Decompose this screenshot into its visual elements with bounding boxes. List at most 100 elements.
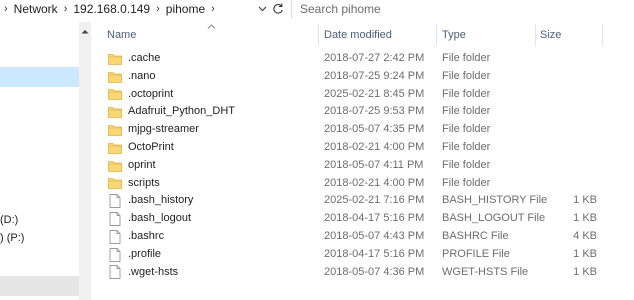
file-name: scripts	[128, 176, 160, 189]
file-name-cell[interactable]: mjpg-streamer	[107, 121, 199, 139]
column-header-date[interactable]: Date modified	[319, 22, 436, 48]
folder-icon	[107, 175, 123, 191]
file-size: 1 KB	[573, 212, 597, 225]
column-header-size[interactable]: Size	[535, 22, 602, 48]
file-row[interactable]: .bash_logout 2018-04-17 5:16 PM BASH_LOGOU…	[91, 210, 634, 228]
breadcrumb-separator[interactable]: ›	[60, 3, 72, 15]
address-history-button[interactable]	[256, 1, 268, 17]
file-date: 2025-02-21 8:45 PM	[324, 87, 425, 100]
file-name: Adafruit_Python_DHT	[128, 105, 235, 118]
folder-icon	[107, 51, 123, 67]
nav-item-label: ) (P:)	[0, 232, 25, 244]
file-name-cell[interactable]: .bash_logout	[107, 210, 191, 228]
file-type: File folder	[442, 69, 491, 82]
breadcrumb[interactable]: › Network › 192.168.0.149 › pihome ›	[0, 0, 290, 18]
file-type: File folder	[442, 105, 491, 118]
file-date: 2018-07-27 2:42 PM	[324, 52, 425, 64]
file-size: 1 KB	[573, 194, 597, 207]
file-name-cell[interactable]: .wget-hsts	[107, 264, 178, 282]
file-icon	[107, 193, 123, 209]
file-date: 2025-02-21 7:16 PM	[324, 194, 425, 207]
breadcrumb-item-network[interactable]: Network	[12, 2, 60, 16]
file-type: BASHRC File	[442, 229, 509, 242]
file-date: 2018-02-21 4:00 PM	[324, 176, 425, 189]
file-name: OctoPrint	[128, 140, 174, 153]
file-row[interactable]: .octoprint 2025-02-21 8:45 PM File folder	[91, 86, 634, 104]
file-size: 1 KB	[573, 265, 597, 278]
column-divider[interactable]	[602, 24, 603, 46]
nav-hovered-item[interactable]	[0, 276, 79, 296]
folder-icon	[107, 122, 123, 138]
column-header-name[interactable]: Name	[102, 22, 318, 48]
file-type: BASH_LOGOUT File	[442, 212, 546, 225]
file-row[interactable]: .bashrc 2018-05-07 4:43 PM BASHRC File 4 KB	[91, 228, 634, 246]
file-row[interactable]: .bash_history 2025-02-21 7:16 PM BASH_HIST…	[91, 192, 634, 210]
nav-item-drive-p[interactable]: ) (P:)	[0, 229, 79, 247]
file-name-cell[interactable]: .cache	[107, 50, 160, 68]
file-size: 1 KB	[573, 247, 597, 260]
navigation-pane[interactable]: (D:) ) (P:)	[0, 22, 91, 300]
file-row[interactable]: OctoPrint 2018-02-21 4:00 PM File folder	[91, 139, 634, 157]
file-date: 2018-05-07 4:35 PM	[324, 123, 425, 136]
search-input[interactable]	[300, 2, 620, 16]
breadcrumb-separator[interactable]: ›	[152, 3, 164, 15]
nav-selected-item[interactable]	[0, 67, 79, 87]
file-name-cell[interactable]: OctoPrint	[107, 139, 174, 157]
file-size	[531, 68, 597, 86]
scroll-up-button[interactable]	[79, 24, 91, 38]
file-row[interactable]: .wget-hsts 2018-05-07 4:36 PM WGET-HSTS Fi…	[91, 264, 634, 282]
address-bar[interactable]: › Network › 192.168.0.149 › pihome ›	[0, 0, 634, 18]
breadcrumb-item-pihome[interactable]: pihome	[164, 2, 207, 16]
chevron-down-icon	[258, 6, 266, 12]
nav-item-label: (D:)	[0, 214, 19, 226]
folder-icon	[107, 104, 123, 120]
file-name-cell[interactable]: .profile	[107, 246, 161, 264]
nav-item-drive-d[interactable]: (D:)	[0, 211, 79, 229]
file-name: .wget-hsts	[128, 265, 179, 278]
file-list[interactable]: Name Date modified Type Size .cache 2018-…	[91, 22, 634, 300]
file-name-cell[interactable]: .bash_history	[107, 192, 193, 210]
file-date: 2018-05-07 4:11 PM	[324, 158, 424, 171]
file-type: File folder	[442, 123, 491, 136]
file-size	[531, 86, 597, 104]
refresh-icon	[273, 3, 283, 14]
refresh-button[interactable]	[270, 1, 286, 17]
file-icon	[107, 211, 123, 227]
file-date: 2018-07-25 9:24 PM	[324, 69, 425, 82]
search-box[interactable]	[291, 0, 634, 18]
column-header-row: Name Date modified Type Size	[91, 22, 634, 48]
file-type: File folder	[442, 87, 491, 100]
file-row[interactable]: mjpg-streamer 2018-05-07 4:35 PM File fold…	[91, 121, 634, 139]
file-name-cell[interactable]: .octoprint	[107, 86, 173, 104]
breadcrumb-item-host[interactable]: 192.168.0.149	[71, 2, 152, 16]
file-name-cell[interactable]: .bashrc	[107, 228, 164, 246]
file-type: File folder	[442, 158, 491, 171]
nav-scrollbar[interactable]	[79, 22, 91, 300]
file-type: File folder	[442, 52, 491, 64]
folder-icon	[107, 140, 123, 156]
file-rows: .cache 2018-07-27 2:42 PM File folder .nano…	[91, 50, 634, 281]
file-name-cell[interactable]: Adafruit_Python_DHT	[107, 103, 235, 121]
breadcrumb-separator[interactable]: ›	[207, 3, 219, 15]
file-row[interactable]: .profile 2018-04-17 5:16 PM PROFILE File 1 …	[91, 246, 634, 264]
breadcrumb-separator: ›	[4, 3, 8, 15]
file-size	[531, 139, 597, 157]
file-name-cell[interactable]: .nano	[107, 68, 156, 86]
file-row[interactable]: scripts 2018-02-21 4:00 PM File folder	[91, 175, 634, 193]
file-name: .profile	[128, 247, 162, 260]
file-name-cell[interactable]: oprint	[107, 157, 156, 175]
column-header-type[interactable]: Type	[437, 22, 535, 48]
file-date: 2018-07-25 9:53 PM	[324, 105, 425, 118]
file-date: 2018-04-17 5:16 PM	[324, 247, 425, 260]
file-name-cell[interactable]: scripts	[107, 175, 160, 193]
file-name: .bashrc	[128, 229, 165, 242]
folder-icon	[107, 69, 123, 85]
file-name: oprint	[128, 158, 156, 171]
file-row[interactable]: oprint 2018-05-07 4:11 PM File folder	[91, 157, 634, 175]
file-name: .bash_history	[128, 194, 194, 207]
file-row[interactable]: .cache 2018-07-27 2:42 PM File folder	[91, 50, 634, 68]
file-date: 2018-04-17 5:16 PM	[324, 212, 425, 225]
file-row[interactable]: Adafruit_Python_DHT 2018-07-25 9:53 PM Fil…	[91, 103, 634, 121]
folder-icon	[107, 86, 123, 102]
file-row[interactable]: .nano 2018-07-25 9:24 PM File folder	[91, 68, 634, 86]
